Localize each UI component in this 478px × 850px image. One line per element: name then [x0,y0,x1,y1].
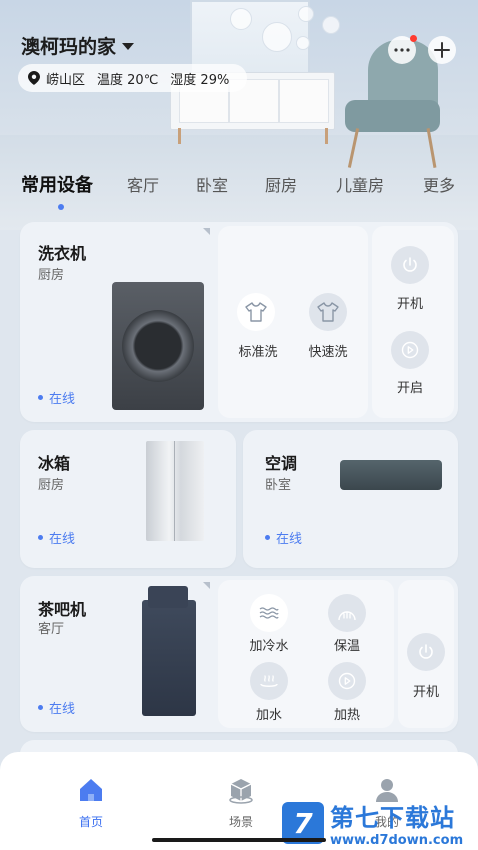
plus-icon [434,42,450,58]
home-icon [80,779,102,801]
device-room: 客厅 [38,622,65,637]
corner-marker [203,582,210,589]
tea-bar-machine-image [142,586,196,716]
caret-down-icon [122,43,135,50]
nav-home-label: 首页 [78,815,103,829]
messages-button[interactable] [388,35,417,64]
room-tabs: 常用设备 客厅 卧室 厨房 儿童房 更多 [0,172,478,212]
washer-power-button[interactable] [391,246,429,284]
device-status: 在线 [38,528,75,547]
cold-water-label: 加冷水 [249,639,289,654]
device-status: 在线 [38,698,75,717]
temperature-text: 温度 20℃ [97,72,159,88]
quick-wash-label: 快速洗 [308,345,348,360]
washer-image [112,282,204,410]
keep-warm-label: 保温 [333,639,360,654]
nav-scenes-label: 场景 [228,815,253,829]
weather-info-pill: 崂山区 温度 20℃ 湿度 29% [18,64,248,92]
washer-start-label: 开启 [396,381,423,396]
wall-decoration [230,8,252,30]
keep-warm-button[interactable] [328,594,366,632]
device-room: 卧室 [265,478,292,493]
device-name: 冰箱 [38,454,71,473]
cold-water-button[interactable] [250,594,288,632]
hot-spring-icon [260,675,278,687]
standard-wash-button[interactable] [237,293,275,331]
active-tab-indicator [58,204,64,210]
tshirt-icon [245,302,267,322]
teabar-power-label: 开机 [412,685,439,700]
add-water-button[interactable] [250,662,288,700]
fridge-image [146,441,204,541]
power-icon [403,257,417,272]
tab-kids-room[interactable]: 儿童房 [336,172,384,196]
armchair-seat [345,100,440,132]
device-name: 茶吧机 [38,600,87,619]
standard-wash-label: 标准洗 [238,345,278,360]
ac-card[interactable]: 空调 卧室 在线 [243,430,458,568]
tab-bedroom[interactable]: 卧室 [196,172,228,196]
quick-wash-button[interactable] [309,293,347,331]
water-waves-icon [259,607,279,619]
wall-decoration [298,6,314,22]
tab-kitchen[interactable]: 厨房 [265,172,297,196]
play-icon [338,672,356,690]
tab-more[interactable]: 更多 [423,172,455,196]
device-name: 洗衣机 [38,244,87,263]
nav-home[interactable]: 首页 [56,776,126,830]
washer-power-label: 开机 [396,297,423,312]
location-pin-icon [28,71,40,85]
keep-warm-icon [338,611,356,621]
home-name: 澳柯玛的家 [21,36,117,58]
home-indicator-bar [152,838,326,842]
cabinet-legs [178,128,328,144]
notification-badge [410,35,417,42]
device-status: 在线 [265,528,302,547]
play-icon [401,341,419,359]
device-room: 厨房 [38,478,65,493]
wall-decoration [296,36,310,50]
add-device-button[interactable] [428,36,456,64]
add-water-label: 加水 [255,708,282,723]
washer-start-button[interactable] [391,331,429,369]
wall-decoration [262,22,292,52]
device-status: 在线 [38,388,75,407]
corner-marker [203,228,210,235]
device-name: 空调 [265,454,298,473]
teabar-power-button[interactable] [407,633,445,671]
humidity-text: 湿度 29% [170,72,230,88]
air-conditioner-image [340,460,442,490]
tshirt-icon [317,302,339,322]
watermark-url: www.d7down.com [330,833,464,848]
more-dots-icon [394,48,410,52]
nav-scenes[interactable]: 场景 [206,776,276,830]
wall-decoration [322,16,340,34]
home-selector[interactable]: 澳柯玛的家 [21,32,135,59]
watermark-title: 第七下载站 [330,804,455,832]
heat-label: 加热 [333,708,360,723]
power-icon [419,644,433,659]
district-text: 崂山区 [46,72,86,88]
device-room: 厨房 [38,268,65,283]
cube-icon [229,779,253,804]
tab-common[interactable]: 常用设备 [21,171,93,197]
tab-living-room[interactable]: 客厅 [127,172,159,196]
heat-button[interactable] [328,662,366,700]
